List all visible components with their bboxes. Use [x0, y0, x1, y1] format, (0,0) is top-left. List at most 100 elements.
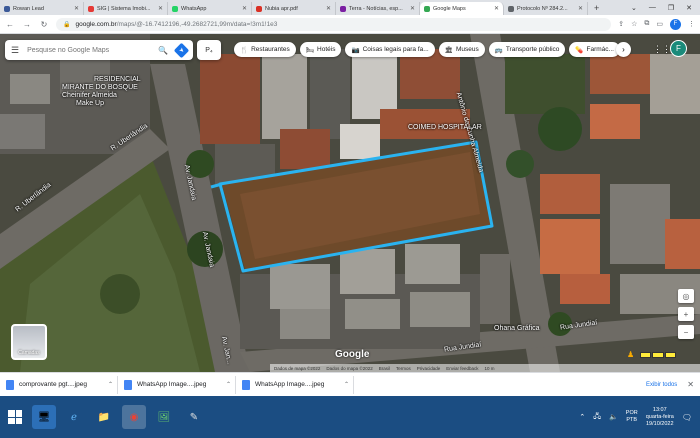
map-label-make: Make Up — [76, 100, 105, 107]
maximize-icon[interactable]: ❐ — [668, 4, 674, 12]
google-logo: Google — [335, 349, 370, 360]
reload-icon[interactable]: ↻ — [39, 20, 49, 29]
url-path: /maps/@-16.7412196,-49.2682721,99m/data=… — [116, 20, 278, 28]
tab-close-icon[interactable]: ✕ — [242, 5, 247, 12]
zoom-out-button[interactable]: − — [678, 325, 694, 339]
chevron-up-icon[interactable]: ⌃ — [579, 413, 585, 421]
tab-3[interactable]: Nubia apr.pdf ✕ — [252, 2, 336, 15]
footer-item[interactable]: Brasil — [379, 366, 390, 371]
tab-close-icon[interactable]: ✕ — [578, 5, 583, 12]
chevron-up-icon[interactable]: ⌃ — [344, 381, 349, 388]
download-item[interactable]: comprovante pgt....jpeg ⌃ — [6, 375, 118, 394]
tab-0[interactable]: Rowan Lead ✕ — [0, 2, 84, 15]
location-icon[interactable]: ◎ — [678, 289, 694, 303]
hamburger-menu-icon[interactable]: ☰ — [11, 45, 19, 56]
forward-icon[interactable]: → — [22, 20, 32, 29]
chip-label: Hotéis — [317, 46, 336, 53]
tab-2[interactable]: WhatsApp ✕ — [168, 2, 252, 15]
minimize-icon[interactable]: — — [649, 4, 656, 11]
tab-title: SIG | Sistema Imobi... — [97, 5, 151, 12]
share-icon[interactable]: ⇪ — [618, 20, 624, 28]
scale-label[interactable]: 10 m — [485, 366, 495, 371]
sidebar-icon[interactable]: ▭ — [656, 20, 663, 28]
tab-title: WhatsApp — [181, 5, 207, 12]
chrome-icon[interactable]: ◉ — [122, 405, 146, 429]
tab-close-icon[interactable]: ✕ — [410, 5, 415, 12]
chip-things-to-do[interactable]: 📷 Coisas legais para fa... — [345, 42, 435, 57]
chip-label: Transporte público — [505, 46, 560, 53]
close-window-icon[interactable]: ✕ — [686, 4, 692, 12]
account-avatar[interactable]: F — [670, 40, 687, 57]
map-label-cheinifer: Cheinifer Almeida — [62, 92, 117, 99]
chips-next-button[interactable]: › — [616, 42, 631, 57]
tab-5[interactable]: Google Maps ✕ — [420, 2, 504, 15]
tab-favicon-icon — [172, 5, 178, 12]
image-file-icon — [6, 379, 14, 390]
profile-avatar[interactable]: F — [670, 18, 681, 30]
chip-restaurants[interactable]: 🍴 Restaurantes — [234, 42, 296, 57]
zoom-in-button[interactable]: + — [678, 307, 694, 321]
chevron-up-icon[interactable]: ⌃ — [226, 381, 231, 388]
footer-item[interactable]: Termos — [396, 366, 411, 371]
show-all-downloads-link[interactable]: Exibir todos — [636, 382, 687, 388]
lang-primary: POR — [625, 410, 638, 416]
satellite-map[interactable]: RESIDENCIAL MIRANTE DO BOSQUE Cheinifer … — [0, 34, 700, 372]
tab-favicon-icon — [424, 5, 430, 12]
file-explorer-icon[interactable]: 📁 — [92, 405, 116, 429]
chip-pharmacies[interactable]: 💊 Farmác... — [569, 42, 620, 57]
language-indicator[interactable]: POR PTB — [626, 410, 638, 424]
tab-4[interactable]: Terra - Notícias, esp... ✕ — [336, 2, 420, 15]
pegman-icon[interactable]: ♟ — [627, 350, 634, 359]
address-bar[interactable]: 🔒 google.com.br/maps/@-16.7412196,-49.26… — [56, 17, 612, 31]
edge-icon[interactable]: ℯ — [62, 405, 86, 429]
star-icon[interactable]: ☆ — [631, 20, 637, 28]
chip-hotels[interactable]: 🛏 Hotéis — [299, 42, 342, 57]
tab-close-icon[interactable]: ✕ — [74, 5, 79, 12]
task-view-icon[interactable]: 🖥 — [32, 405, 56, 429]
tab-1[interactable]: SIG | Sistema Imobi... ✕ — [84, 2, 168, 15]
chip-transit[interactable]: 🚌 Transporte público — [488, 42, 566, 57]
menu-dots-icon[interactable]: ⋮ — [688, 20, 695, 28]
notification-icon[interactable]: 🗨 — [682, 413, 696, 422]
download-name: WhatsApp Image....jpeg — [255, 381, 325, 388]
new-tab-button[interactable]: + — [588, 2, 605, 15]
imagery-thumbnails[interactable] — [640, 352, 676, 358]
tab-close-icon[interactable]: ✕ — [158, 5, 163, 12]
download-item[interactable]: WhatsApp Image....jpeg ⌃ — [242, 375, 354, 394]
paint-icon[interactable]: ✎ — [182, 405, 206, 429]
map-label-ohana: Ohana Gráfica — [494, 325, 540, 332]
url-domain: google.com.br — [75, 20, 117, 28]
network-icon[interactable]: 🖧 — [593, 412, 601, 423]
tab-6[interactable]: Protocolo Nº 284.2... ✕ — [504, 2, 588, 15]
chevron-up-icon[interactable]: ⌃ — [108, 381, 113, 388]
footer-item[interactable]: Privacidade — [417, 366, 441, 371]
chip-label: Museus — [455, 46, 479, 53]
search-input[interactable] — [27, 46, 151, 54]
footer-item[interactable]: Enviar feedback — [446, 366, 478, 371]
chip-museums[interactable]: 🏛 Museus — [438, 42, 485, 57]
start-button[interactable] — [4, 406, 26, 428]
windows-taskbar: 🖥 ℯ 📁 ◉ 🖼 ✎ ⌃ 🖧 🔈 POR PTB 13:07 quarta-f… — [0, 396, 700, 438]
back-icon[interactable]: ← — [5, 20, 15, 29]
apps-grid-icon[interactable]: ⋮⋮ — [653, 44, 671, 55]
p-button[interactable]: P₄ — [197, 40, 221, 60]
layers-button[interactable]: Camadas — [11, 324, 47, 360]
chip-label: Coisas legais para fa... — [362, 46, 429, 53]
photos-icon[interactable]: 🖼 — [152, 405, 176, 429]
tab-close-icon[interactable]: ✕ — [494, 5, 499, 12]
download-name: comprovante pgt....jpeg — [19, 381, 87, 388]
category-chips: 🍴 Restaurantes 🛏 Hotéis 📷 Coisas legais par… — [234, 42, 620, 57]
map-zoom-controls: ◎ + − — [678, 289, 694, 339]
close-downloads-icon[interactable]: ✕ — [687, 380, 694, 389]
tab-close-icon[interactable]: ✕ — [326, 5, 331, 12]
chevron-down-icon[interactable]: ⌄ — [631, 4, 637, 12]
tab-favicon-icon — [4, 5, 10, 12]
download-item[interactable]: WhatsApp Image....jpeg ⌃ — [124, 375, 236, 394]
clock[interactable]: 13:07 quarta-feira 19/10/2022 — [646, 407, 674, 428]
volume-icon[interactable]: 🔈 — [609, 413, 618, 421]
browser-tab-strip: Rowan Lead ✕ SIG | Sistema Imobi... ✕ What… — [0, 0, 700, 15]
extensions-icon[interactable]: ⧉ — [644, 20, 649, 28]
search-icon[interactable]: 🔍 — [158, 46, 168, 55]
lock-icon: 🔒 — [63, 21, 71, 28]
directions-icon[interactable]: ➤ — [173, 42, 190, 58]
